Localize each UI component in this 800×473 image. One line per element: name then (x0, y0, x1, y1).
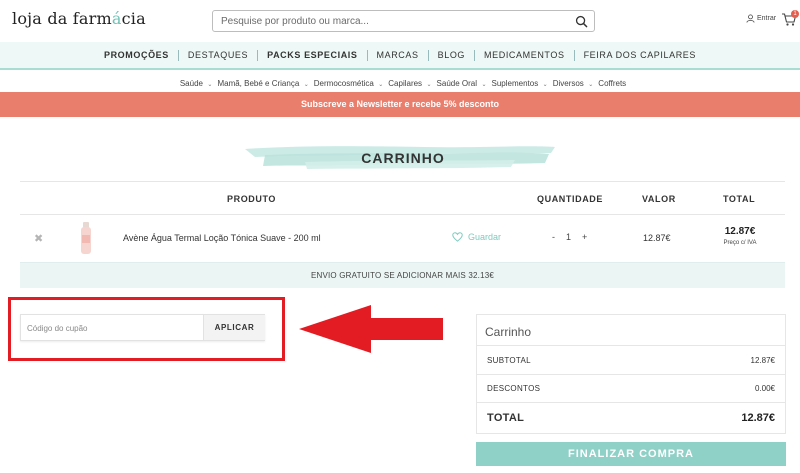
nav-item-feira-dos-capilares[interactable]: FEIRA DOS CAPILARES (575, 50, 705, 61)
column-header-total: TOTAL (723, 194, 756, 204)
quantity-decrease-button[interactable]: - (552, 232, 555, 242)
table-header: PRODUTO QUANTIDADE VALOR TOTAL (20, 181, 785, 215)
nav-item-promocoes[interactable]: PROMOÇÕES (95, 49, 179, 61)
newsletter-banner[interactable]: Subscreve a Newsletter e recebe 5% desco… (0, 92, 800, 117)
quantity-value[interactable]: 1 (566, 232, 571, 242)
heart-icon (452, 232, 463, 242)
summary-title: Carrinho (485, 325, 532, 339)
chevron-down-icon: ⌄ (426, 82, 432, 88)
subnav-item-saude[interactable]: Saúde ⌄ (180, 73, 213, 91)
subnav-item-coffrets[interactable]: Coffrets (598, 73, 626, 91)
site-header: loja da farmácia Entrar 1 (0, 0, 800, 42)
subnav-item-saude-oral[interactable]: Saúde Oral ⌄ (437, 73, 487, 91)
login-link[interactable]: Entrar (746, 14, 776, 23)
column-header-quantity: QUANTIDADE (537, 194, 603, 204)
table-row: ✖ Avène Água Termal Loção Tónica Suave -… (20, 215, 785, 261)
coupon-form: APLICAR (20, 314, 265, 341)
product-thumbnail[interactable] (78, 221, 94, 255)
logo-text-accent: á (111, 9, 122, 28)
search-icon[interactable] (575, 15, 588, 28)
chevron-down-icon: ⌄ (481, 82, 487, 88)
order-summary: Carrinho SUBTOTAL 12.87€ DESCONTOS 0.00€… (476, 314, 786, 434)
column-header-product: PRODUTO (227, 194, 277, 204)
total-label: TOTAL (487, 412, 525, 424)
subtotal-label: SUBTOTAL (487, 356, 531, 365)
logo-text-end: cia (121, 9, 146, 28)
summary-row-subtotal: SUBTOTAL 12.87€ (477, 345, 785, 374)
total-value: 12.87€ (741, 412, 775, 424)
user-icon (746, 14, 755, 23)
nav-item-marcas[interactable]: MARCAS (368, 49, 429, 61)
subnav-item-capilares[interactable]: Capilares ⌄ (388, 73, 431, 91)
main-navigation: PROMOÇÕES DESTAQUES PACKS ESPECIAIS MARC… (0, 42, 800, 70)
subnav-item-diversos[interactable]: Diversos ⌄ (553, 73, 594, 91)
site-logo[interactable]: loja da farmácia (12, 9, 146, 28)
search-bar (212, 10, 595, 32)
product-name[interactable]: Avène Água Termal Loção Tónica Suave - 2… (123, 233, 321, 243)
subnav-item-suplementos[interactable]: Suplementos ⌄ (492, 73, 548, 91)
coupon-code-input[interactable] (27, 320, 197, 336)
cart-count-badge: 1 (791, 10, 799, 18)
chevron-down-icon: ⌄ (588, 82, 594, 88)
category-navigation: Saúde ⌄ Mamã, Bebé e Criança ⌄ Dermocosm… (0, 74, 800, 90)
discount-value: 0.00€ (754, 384, 775, 393)
subnav-item-dermocosmetica[interactable]: Dermocosmética ⌄ (314, 73, 384, 91)
apply-coupon-button[interactable]: APLICAR (203, 315, 265, 340)
column-header-value: VALOR (642, 194, 676, 204)
line-total-amount: 12.87€ (724, 226, 756, 237)
summary-row-discounts: DESCONTOS 0.00€ (477, 374, 785, 402)
page-title: CARRINHO (361, 150, 445, 166)
chevron-down-icon: ⌄ (207, 82, 213, 88)
quantity-stepper: - 1 + (552, 232, 587, 242)
nav-item-medicamentos[interactable]: MEDICAMENTOS (475, 49, 575, 61)
discount-label: DESCONTOS (487, 384, 541, 393)
line-total: 12.87€ Preço c/ IVA (710, 226, 770, 246)
save-for-later-button[interactable]: Guardar (452, 232, 501, 242)
checkout-button[interactable]: FINALIZAR COMPRA (476, 442, 786, 466)
nav-item-packs-especiais[interactable]: PACKS ESPECIAIS (258, 49, 368, 61)
nav-item-blog[interactable]: BLOG (429, 49, 476, 61)
nav-item-destaques[interactable]: DESTAQUES (179, 49, 259, 61)
search-input[interactable] (221, 13, 561, 29)
unit-price: 12.87€ (643, 233, 671, 243)
subnav-item-mama-bebe[interactable]: Mamã, Bebé e Criança ⌄ (217, 73, 308, 91)
free-shipping-message: ENVIO GRATUITO SE ADICIONAR MAIS 32.13€ (20, 262, 785, 288)
price-tax-note: Preço c/ IVA (723, 240, 757, 246)
subtotal-value: 12.87€ (750, 356, 775, 365)
annotation-arrow-left-icon (299, 305, 443, 353)
quantity-increase-button[interactable]: + (582, 232, 587, 242)
remove-item-icon[interactable]: ✖ (34, 232, 43, 245)
chevron-down-icon: ⌄ (303, 82, 309, 88)
logo-text-main: loja da farm (12, 9, 112, 28)
login-label: Entrar (757, 15, 777, 22)
chevron-down-icon: ⌄ (378, 82, 384, 88)
chevron-down-icon: ⌄ (542, 82, 548, 88)
save-for-later-label: Guardar (468, 232, 502, 242)
summary-row-total: TOTAL 12.87€ (477, 402, 785, 433)
